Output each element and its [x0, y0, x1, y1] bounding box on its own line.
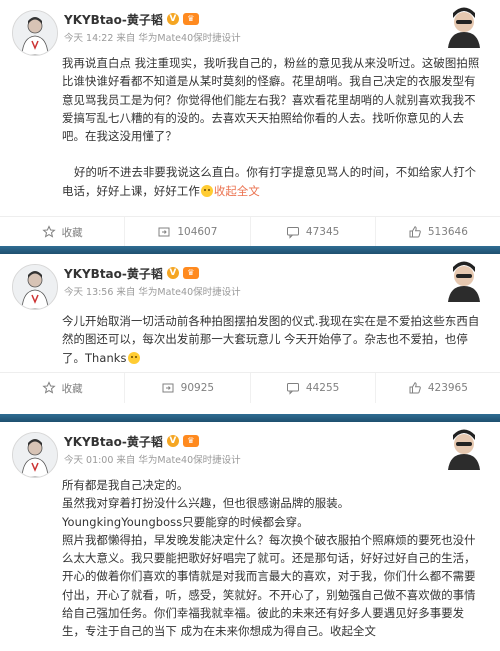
thumbs-up-icon	[409, 226, 421, 238]
thumbnail-image[interactable]	[434, 426, 492, 470]
vip-icon: ♛	[182, 267, 199, 279]
verified-icon: V	[166, 267, 179, 279]
post-paragraph: 好的听不进去非要我说这么直白。你有打字提意见骂人的时间，不如给家人打个电话，好好…	[62, 165, 477, 198]
post-divider	[0, 414, 500, 422]
post-paragraph: 所有都是我自己决定的。	[62, 478, 189, 492]
thumbnail-image[interactable]	[434, 258, 492, 302]
verified-icon: V	[166, 13, 179, 25]
collapse-link[interactable]: 收起全文	[214, 184, 260, 198]
thumbs-up-icon	[409, 382, 421, 394]
post-divider	[0, 246, 500, 254]
favorite-label: 收藏	[61, 382, 83, 395]
author-row: YKYBtao-黄子韬 V ♛	[64, 264, 199, 282]
repost-icon	[162, 383, 174, 393]
like-button[interactable]: 423965	[374, 373, 500, 403]
post-3: YKYBtao-黄子韬 V ♛ 今天 01:00 来自 华为Mate40保时捷设…	[0, 422, 500, 651]
post-paragraph: 我再说直白点 我注重现实，我听我自己的，粉丝的意见我从来没听过。这破图拍照比谁快…	[62, 56, 480, 144]
post-meta: 今天 13:56 来自 华为Mate40保时捷设计	[64, 287, 241, 298]
repost-icon	[158, 227, 170, 237]
repost-button[interactable]: 104607	[124, 217, 249, 247]
post-2: YKYBtao-黄子韬 V ♛ 今天 13:56 来自 华为Mate40保时捷设…	[0, 254, 500, 414]
like-count: 513646	[427, 226, 468, 238]
vip-icon: ♛	[182, 13, 199, 25]
action-bar: 收藏 104607 47345 513646	[0, 216, 500, 247]
favorite-button[interactable]: 收藏	[0, 373, 124, 403]
post-1: YKYBtao-黄子韬 V ♛ 今天 14:22 来自 华为Mate40保时捷设…	[0, 0, 500, 247]
star-icon	[41, 381, 56, 394]
post-meta: 今天 01:00 来自 华为Mate40保时捷设计	[64, 455, 241, 466]
author-row: YKYBtao-黄子韬 V ♛	[64, 10, 199, 28]
comment-icon	[286, 227, 299, 239]
post-paragraph: 虽然我对穿着打扮没什么兴趣，但也很感谢品牌的服装。	[62, 496, 350, 511]
action-bar: 收藏 90925 44255 423965	[0, 372, 500, 403]
post-meta: 今天 14:22 来自 华为Mate40保时捷设计	[64, 33, 241, 44]
author-name[interactable]: YKYBtao-黄子韬	[64, 433, 163, 450]
like-button[interactable]: 513646	[374, 217, 500, 247]
comment-button[interactable]: 44255	[249, 373, 375, 403]
repost-count: 104607	[177, 226, 218, 238]
post-body: 我再说直白点 我注重现实，我听我自己的，粉丝的意见我从来没听过。这破图拍照比谁快…	[62, 54, 486, 200]
comment-count: 47345	[305, 226, 340, 238]
avatar[interactable]	[12, 10, 58, 56]
comment-count: 44255	[305, 382, 340, 394]
smile-emoji-icon	[127, 351, 140, 364]
verified-icon: V	[166, 435, 179, 447]
post-body: 所有都是我自己决定的。 虽然我对穿着打扮没什么兴趣，但也很感谢品牌的服装。 Yo…	[62, 476, 486, 641]
post-paragraph: 今儿开始取消一切活动前各种拍图摆拍发图的仪式.我现在实在是不爱拍这些东西自然的图…	[62, 314, 480, 365]
author-row: YKYBtao-黄子韬 V ♛	[64, 432, 199, 450]
comment-button[interactable]: 47345	[249, 217, 375, 247]
vip-icon: ♛	[182, 435, 199, 447]
smile-emoji-icon	[200, 184, 213, 197]
like-count: 423965	[427, 382, 468, 394]
author-name[interactable]: YKYBtao-黄子韬	[64, 11, 163, 28]
thumbnail-image[interactable]	[434, 4, 492, 48]
post-paragraph: 照片我都懒得拍，早发晚发能决定什么？每次换个破衣服拍个照麻烦的要死也没什么太大意…	[62, 532, 476, 639]
avatar[interactable]	[12, 264, 58, 310]
favorite-button[interactable]: 收藏	[0, 217, 124, 247]
post-body: 今儿开始取消一切活动前各种拍图摆拍发图的仪式.我现在实在是不爱拍这些东西自然的图…	[62, 312, 486, 367]
comment-icon	[286, 383, 299, 395]
repost-count: 90925	[180, 382, 215, 394]
post-paragraph: YoungkingYoungboss只要能穿的时候都会穿。	[62, 514, 309, 529]
favorite-label: 收藏	[61, 226, 83, 239]
star-icon	[41, 225, 56, 238]
avatar[interactable]	[12, 432, 58, 478]
repost-button[interactable]: 90925	[124, 373, 249, 403]
author-name[interactable]: YKYBtao-黄子韬	[64, 265, 163, 282]
